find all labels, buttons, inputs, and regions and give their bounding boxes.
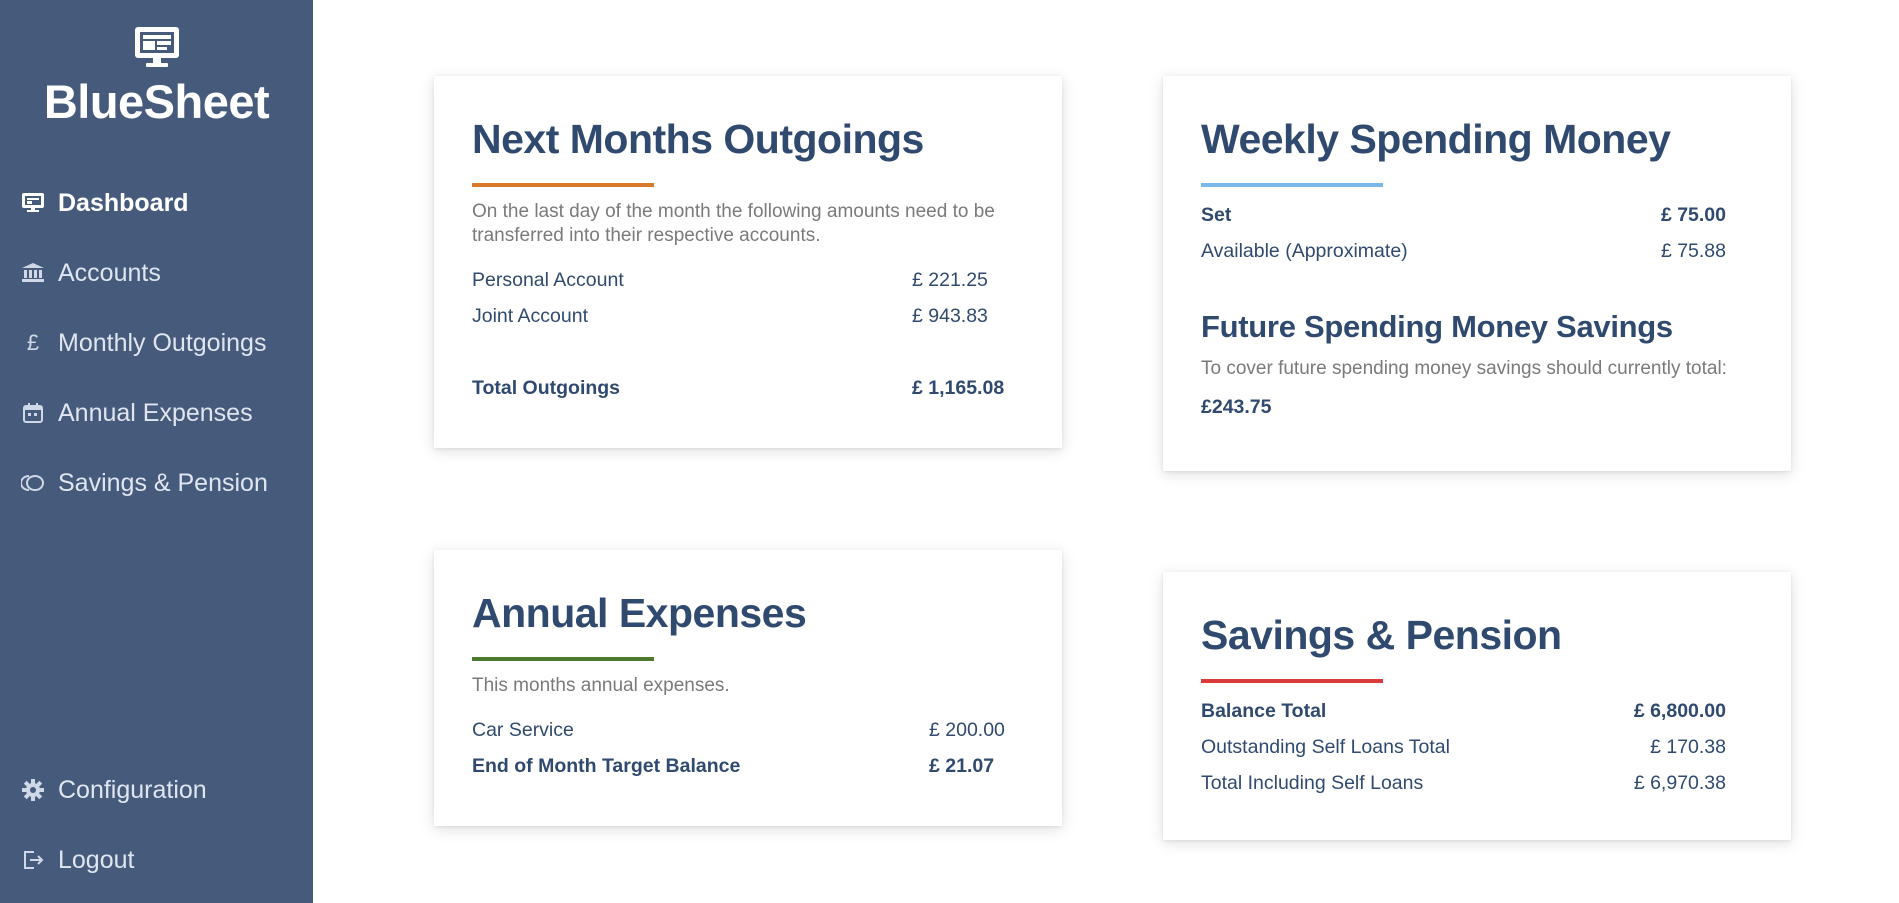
row-value: £ 21.07 — [929, 754, 995, 777]
sidebar-item-savings-pension[interactable]: Savings & Pension — [0, 448, 313, 518]
sidebar-item-label: Annual Expenses — [58, 398, 253, 427]
sidebar-item-label: Savings & Pension — [58, 468, 268, 497]
title-underline — [472, 657, 654, 661]
outgoings-card: Next Months Outgoings On the last day of… — [434, 76, 1062, 448]
title-underline — [472, 183, 654, 187]
sidebar: BlueSheet Dashboard Accounts £ Monthly O… — [0, 0, 313, 903]
row-label: Car Service — [472, 718, 574, 741]
list-item: Car Service £ 200.00 — [472, 712, 1024, 748]
card-title: Weekly Spending Money — [1201, 116, 1671, 162]
row-value: £ 6,970.38 — [1633, 771, 1726, 794]
row-value: £ 75.00 — [1660, 203, 1726, 226]
logout-icon — [20, 847, 46, 873]
card-description: On the last day of the month the followi… — [472, 201, 995, 246]
sidebar-item-configuration[interactable]: Configuration — [0, 755, 313, 825]
total-row: Total Outgoings £ 1,165.08 — [472, 370, 1007, 406]
monitor-icon — [20, 190, 46, 216]
row-label: Outstanding Self Loans Total — [1201, 735, 1450, 758]
row-value: £ 221.25 — [912, 268, 988, 291]
section-title: Future Spending Money Savings — [1201, 309, 1673, 344]
future-total: £243.75 — [1201, 389, 1753, 425]
spending-card: Weekly Spending Money Set £ 75.00 Availa… — [1163, 76, 1791, 471]
list-item: Joint Account £ 943.83 — [472, 298, 1007, 334]
sidebar-nav: Dashboard Accounts £ Monthly Outgoings A… — [0, 168, 313, 518]
row-label: Balance Total — [1201, 699, 1327, 722]
pound-icon: £ — [26, 330, 40, 355]
savings-pension-card: Savings & Pension Balance Total £ 6,800.… — [1163, 572, 1791, 840]
row-label: Set — [1201, 203, 1232, 226]
sidebar-item-label: Monthly Outgoings — [58, 328, 267, 357]
brand[interactable]: BlueSheet — [0, 0, 313, 129]
outgoings-list: Personal Account £ 221.25 Joint Account … — [472, 262, 1007, 406]
sidebar-item-dashboard[interactable]: Dashboard — [0, 168, 313, 238]
sidebar-bottom-nav: Configuration Logout — [0, 755, 313, 895]
row-value: £ 1,165.08 — [912, 376, 1005, 399]
sidebar-item-logout[interactable]: Logout — [0, 825, 313, 895]
row-label: Total Including Self Loans — [1201, 771, 1424, 794]
row-label: Personal Account — [472, 268, 624, 291]
gear-icon — [20, 777, 46, 803]
row-label: Joint Account — [472, 304, 588, 327]
spending-list: Set £ 75.00 Available (Approximate) £ 75… — [1201, 197, 1726, 269]
list-item: Set £ 75.00 — [1201, 197, 1726, 233]
sidebar-item-annual-expenses[interactable]: Annual Expenses — [0, 378, 313, 448]
card-title: Savings & Pension — [1201, 612, 1562, 658]
brand-name: BlueSheet — [43, 75, 270, 128]
sidebar-item-label: Dashboard — [58, 188, 189, 217]
annual-expenses-card: Annual Expenses This months annual expen… — [434, 550, 1062, 826]
row-label: End of Month Target Balance — [472, 754, 741, 777]
list-item: Total Including Self Loans £ 6,970.38 — [1201, 765, 1726, 801]
row-label: Available (Approximate) — [1201, 239, 1408, 262]
target-row: End of Month Target Balance £ 21.07 — [472, 748, 1024, 784]
savings-icon — [20, 470, 46, 496]
row-value: £ 170.38 — [1650, 735, 1726, 758]
list-item: Personal Account £ 221.25 — [472, 262, 1007, 298]
row-label: Total Outgoings — [472, 376, 621, 399]
row-value: £ 6,800.00 — [1633, 699, 1726, 722]
title-underline — [1201, 183, 1383, 187]
sidebar-item-monthly-outgoings[interactable]: £ Monthly Outgoings — [0, 308, 313, 378]
list-item: Balance Total £ 6,800.00 — [1201, 693, 1726, 729]
list-item: Available (Approximate) £ 75.88 — [1201, 233, 1726, 269]
savings-list: Balance Total £ 6,800.00 Outstanding Sel… — [1201, 693, 1726, 801]
calendar-icon — [20, 400, 46, 426]
row-value: £ 943.83 — [912, 304, 988, 327]
card-title: Annual Expenses — [472, 590, 807, 636]
row-value: £243.75 — [1201, 395, 1272, 418]
section-description: To cover future spending money savings s… — [1201, 358, 1727, 379]
sidebar-item-label: Configuration — [58, 775, 207, 804]
sidebar-item-label: Accounts — [58, 258, 161, 287]
sidebar-item-label: Logout — [58, 845, 135, 874]
card-title: Next Months Outgoings — [472, 116, 924, 162]
bank-icon — [20, 260, 46, 286]
row-value: £ 75.88 — [1660, 239, 1726, 262]
title-underline — [1201, 679, 1383, 683]
card-description: This months annual expenses. — [472, 675, 730, 696]
list-item: Outstanding Self Loans Total £ 170.38 — [1201, 729, 1726, 765]
monitor-icon — [134, 27, 179, 67]
row-value: £ 200.00 — [929, 718, 1005, 741]
sidebar-item-accounts[interactable]: Accounts — [0, 238, 313, 308]
annual-list: Car Service £ 200.00 End of Month Target… — [472, 712, 1024, 784]
